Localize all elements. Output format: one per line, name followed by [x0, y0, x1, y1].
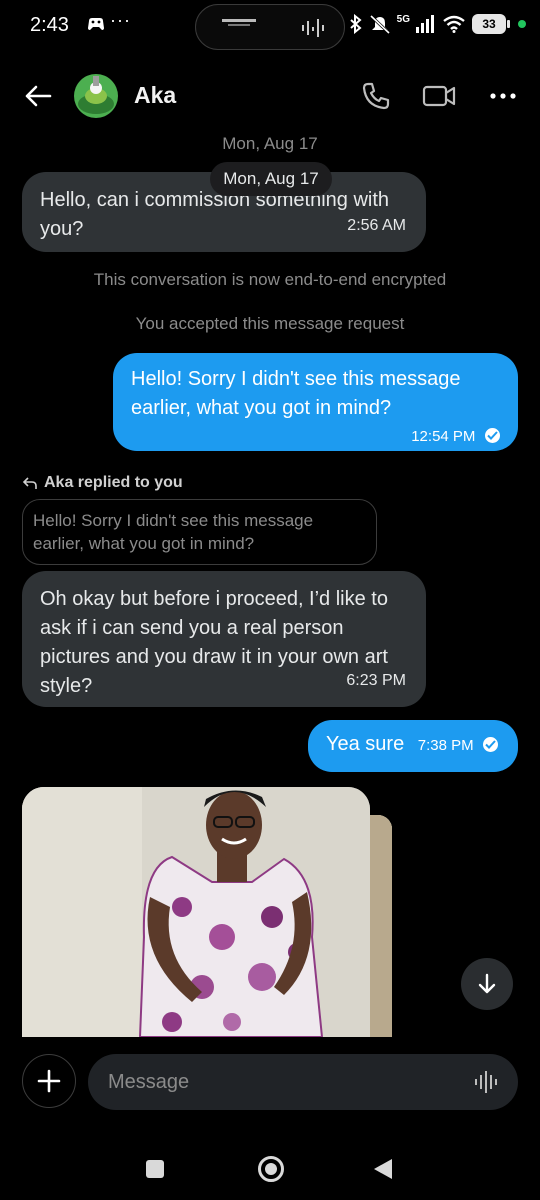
- date-separator: Mon, Aug 17: [222, 134, 318, 153]
- add-attachment-button[interactable]: [22, 1054, 76, 1108]
- voice-message-icon[interactable]: [474, 1070, 500, 1094]
- recents-icon[interactable]: [146, 1160, 164, 1178]
- scroll-to-bottom-button[interactable]: [461, 958, 513, 1010]
- outgoing-message[interactable]: Hello! Sorry I didn't see this message e…: [113, 353, 518, 451]
- reply-label-text: Aka replied to you: [44, 474, 183, 491]
- status-time: 2:43: [30, 14, 69, 36]
- system-nav-bar: [0, 1140, 540, 1200]
- back-arrow-icon[interactable]: [22, 80, 54, 112]
- message-meta: 12:54 PM: [131, 421, 500, 451]
- status-overflow-dots: ···: [110, 10, 131, 30]
- battery-icon: 33: [472, 14, 510, 34]
- message-time: 7:38 PM: [417, 737, 474, 754]
- network-label: 5G: [396, 13, 410, 25]
- avatar[interactable]: [74, 74, 118, 118]
- nav-back-icon[interactable]: [374, 1159, 392, 1179]
- message-time: 6:23 PM: [346, 672, 406, 689]
- reply-indicator: Aka replied to you: [22, 474, 183, 492]
- system-message-encrypted: This conversation is now end-to-end encr…: [93, 270, 447, 289]
- quoted-message[interactable]: Hello! Sorry I didn't see this message e…: [22, 499, 377, 565]
- phone-icon[interactable]: [360, 80, 392, 112]
- contact-name[interactable]: Aka: [134, 82, 176, 109]
- mute-icon: [369, 14, 390, 34]
- message-composer: [0, 1040, 540, 1130]
- game-controller-icon: [88, 18, 104, 30]
- more-icon[interactable]: [488, 84, 518, 108]
- outgoing-message[interactable]: Yea sure 7:38 PM: [308, 720, 518, 772]
- status-bar: 2:43 ··· 5G 33: [0, 0, 540, 52]
- home-icon[interactable]: [258, 1156, 284, 1182]
- read-check-icon: [483, 737, 499, 752]
- avatar-image: [74, 74, 118, 118]
- system-message-accepted: You accepted this message request: [135, 314, 405, 333]
- dynamic-island: [195, 4, 345, 50]
- photo-attachment[interactable]: [22, 787, 370, 1037]
- wifi-icon: [443, 15, 465, 33]
- video-camera-icon[interactable]: [422, 82, 456, 110]
- message-text: Hello! Sorry I didn't see this message e…: [131, 368, 461, 419]
- floating-date-pill: Mon, Aug 17: [210, 162, 332, 196]
- incoming-message[interactable]: Oh okay but before i proceed, I’d like t…: [22, 571, 426, 707]
- privacy-indicator-dot: [518, 20, 526, 28]
- signal-icon: [416, 15, 434, 33]
- message-time: 2:56 AM: [347, 217, 406, 234]
- island-album-icon: [222, 19, 256, 26]
- photo-image: [22, 787, 370, 1037]
- message-time: 12:54 PM: [411, 428, 476, 445]
- plus-icon: [37, 1069, 61, 1093]
- message-input[interactable]: [88, 1054, 518, 1110]
- message-text: Yea sure: [326, 733, 405, 755]
- status-icons: 5G 33: [349, 12, 526, 36]
- read-check-icon: [485, 428, 500, 443]
- audio-wave-icon: [302, 19, 324, 37]
- reply-arrow-icon: [22, 477, 37, 489]
- chat-header: Aka: [0, 66, 540, 128]
- bluetooth-icon: [349, 14, 362, 34]
- arrow-down-icon: [478, 973, 496, 994]
- battery-level: 33: [482, 17, 496, 31]
